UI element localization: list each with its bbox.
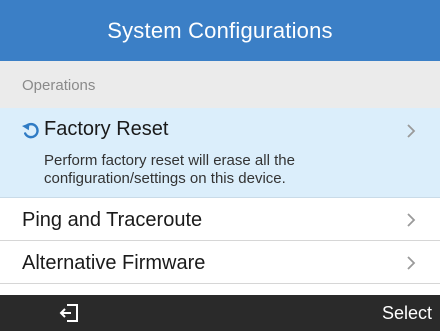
menu-item-description: Perform factory reset will erase all the…	[44, 152, 295, 188]
description-line: configuration/settings on this device.	[44, 170, 286, 187]
menu-item-ping-traceroute[interactable]: Ping and Traceroute	[0, 198, 440, 241]
back-softkey[interactable]	[40, 295, 100, 331]
chevron-right-icon	[407, 213, 416, 227]
menu-item-label: Alternative Firmware	[22, 252, 206, 274]
menu-item-alternative-firmware[interactable]: Alternative Firmware	[0, 241, 440, 284]
section-header: Operations	[0, 61, 440, 108]
menu-item-factory-reset[interactable]: Factory Reset Perform factory reset will…	[0, 108, 440, 198]
chevron-right-icon	[407, 256, 416, 270]
back-exit-icon	[59, 304, 78, 322]
title-bar: System Configurations	[0, 0, 440, 61]
menu-item-label: Ping and Traceroute	[22, 209, 203, 231]
section-label: Operations	[22, 77, 96, 94]
menu-item-label: Factory Reset	[44, 118, 169, 140]
chevron-right-icon	[407, 124, 416, 138]
select-softkey[interactable]: Select	[362, 295, 440, 331]
description-line: Perform factory reset will erase all the	[44, 152, 295, 169]
reset-arrow-icon	[22, 122, 39, 139]
page-title: System Configurations	[107, 17, 333, 43]
select-softkey-label: Select	[381, 302, 432, 323]
softkey-bar: Select	[0, 295, 440, 331]
